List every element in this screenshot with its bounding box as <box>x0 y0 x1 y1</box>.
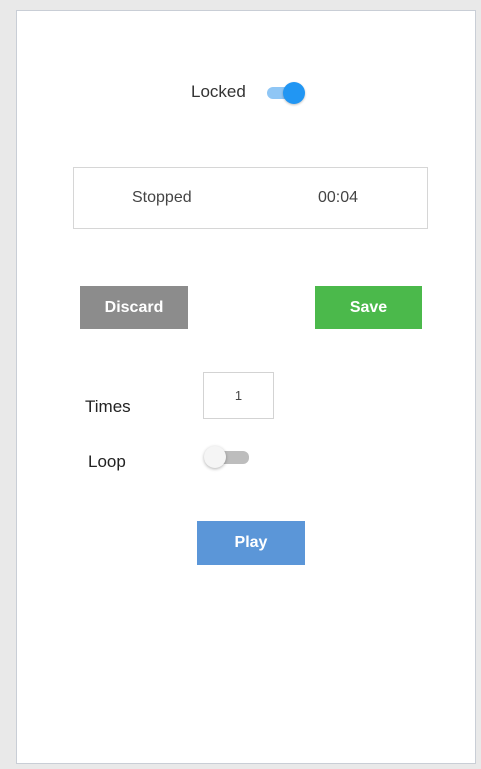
recorder-panel: Locked Stopped 00:04 Discard Save Times … <box>16 10 476 764</box>
locked-toggle[interactable] <box>267 82 305 104</box>
times-label: Times <box>85 397 131 416</box>
save-button[interactable]: Save <box>315 286 422 329</box>
loop-toggle-knob <box>204 446 226 468</box>
status-box: Stopped 00:04 <box>73 167 428 229</box>
locked-toggle-knob <box>283 82 305 104</box>
loop-label: Loop <box>88 452 126 471</box>
play-button[interactable]: Play <box>197 521 305 565</box>
status-time: 00:04 <box>318 189 359 206</box>
discard-button[interactable]: Discard <box>80 286 188 329</box>
status-state: Stopped <box>132 189 192 206</box>
locked-label: Locked <box>191 82 246 101</box>
loop-toggle[interactable] <box>204 446 249 468</box>
times-input[interactable] <box>203 372 274 419</box>
